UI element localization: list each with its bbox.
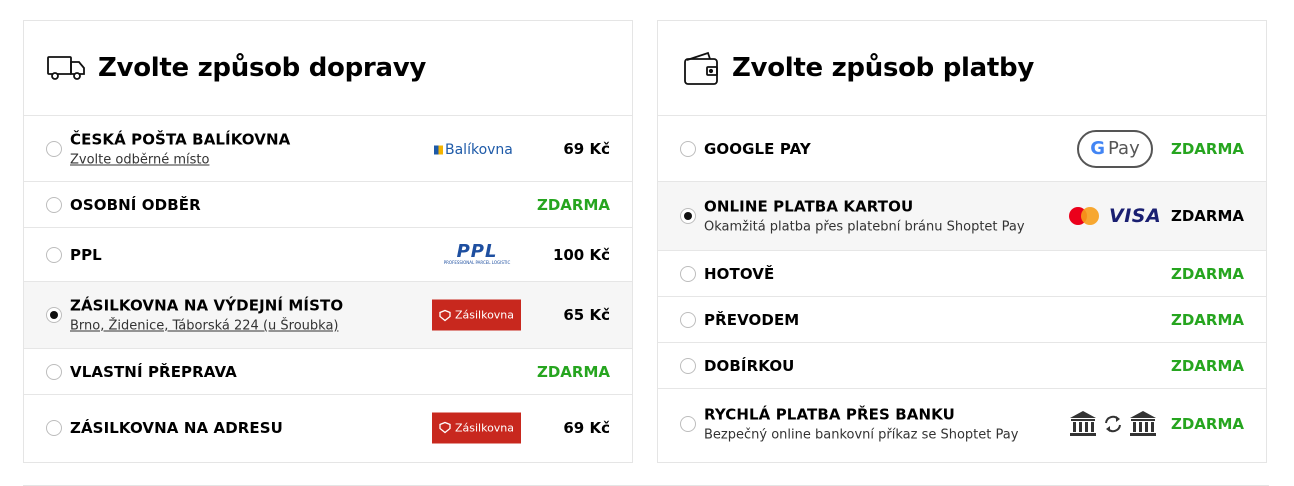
option-label: ONLINE PLATBA KARTOU (704, 197, 914, 216)
option-label: PŘEVODEM (704, 310, 800, 329)
zasilkovna-logo: Zásilkovna (432, 299, 521, 331)
radio-button[interactable] (680, 416, 696, 432)
radio-button[interactable] (46, 363, 62, 380)
payment-option-dobirkou[interactable]: DOBÍRKOU ZDARMA (658, 342, 1266, 388)
card-logos: VISA (1067, 205, 1161, 227)
shipping-title: Zvolte způsob dopravy (98, 53, 426, 83)
sync-icon (1105, 415, 1121, 433)
payment-panel: Zvolte způsob platby GOOGLE PAY G Pay ZDA… (657, 20, 1267, 463)
option-label: RYCHLÁ PLATBA PŘES BANKU (704, 405, 955, 424)
radio-button-selected[interactable] (46, 307, 62, 323)
option-price: ZDARMA (1170, 356, 1244, 375)
bank-icon (1130, 411, 1156, 436)
option-price: ZDARMA (1170, 310, 1244, 329)
option-price: 65 Kč (563, 306, 610, 324)
radio-button-selected[interactable] (680, 208, 696, 224)
option-label: PPL (70, 245, 102, 264)
shipping-option-zasilkovna-vydejni-misto[interactable]: ZÁSILKOVNA NA VÝDEJNÍ MÍSTO Brno, Žideni… (24, 281, 632, 348)
option-price: ZDARMA (536, 362, 610, 381)
radio-button[interactable] (680, 311, 696, 328)
payment-option-google-pay[interactable]: GOOGLE PAY G Pay ZDARMA (658, 115, 1266, 181)
payment-option-online-platba-kartou[interactable]: ONLINE PLATBA KARTOU Okamžitá platba pře… (658, 181, 1266, 250)
radio-button[interactable] (680, 265, 696, 282)
balikovna-logo: Balíkovna (434, 139, 513, 158)
radio-button[interactable] (46, 419, 62, 436)
radio-button[interactable] (46, 246, 62, 263)
bank-icon (1070, 411, 1096, 436)
shipping-option-vlastni-preprava[interactable]: VLASTNÍ PŘEPRAVA ZDARMA (24, 348, 632, 394)
option-label: HOTOVĚ (704, 264, 775, 283)
radio-button[interactable] (680, 357, 696, 374)
option-price: ZDARMA (1170, 264, 1244, 283)
shipping-option-balikovna[interactable]: ČESKÁ POŠTA BALÍKOVNA Zvolte odběrné mís… (24, 115, 632, 181)
payment-option-hotove[interactable]: HOTOVĚ ZDARMA (658, 250, 1266, 296)
option-price: ZDARMA (1170, 139, 1244, 158)
option-price: 69 Kč (563, 418, 610, 437)
pickup-address-link[interactable]: Brno, Židenice, Táborská 224 (u Šroubka) (70, 319, 343, 334)
visa-icon: VISA (1109, 205, 1162, 227)
option-label: DOBÍRKOU (704, 356, 795, 375)
option-price: ZDARMA (536, 195, 610, 214)
radio-button[interactable] (46, 140, 62, 157)
bank-transfer-logo (1068, 409, 1158, 439)
payment-title: Zvolte způsob platby (732, 53, 1035, 83)
option-label: ČESKÁ POŠTA BALÍKOVNA (70, 130, 291, 148)
zasilkovna-logo: Zásilkovna (432, 412, 521, 443)
ppl-logo: PPL PROFESSIONAL PARCEL LOGISTIC (443, 240, 511, 265)
option-price: ZDARMA (1170, 415, 1244, 433)
shipping-panel: Zvolte způsob dopravy ČESKÁ POŠTA BALÍKO… (23, 20, 633, 463)
shipping-option-zasilkovna-na-adresu[interactable]: ZÁSILKOVNA NA ADRESU Zásilkovna 69 Kč (24, 394, 632, 460)
option-price: ZDARMA (1170, 207, 1244, 225)
mastercard-icon (1069, 207, 1099, 225)
radio-button[interactable] (46, 196, 62, 213)
option-label: ZÁSILKOVNA NA ADRESU (70, 418, 283, 437)
option-description: Okamžitá platba přes platební bránu Shop… (704, 219, 1025, 235)
choose-pickup-link[interactable]: Zvolte odběrné místo (70, 152, 290, 167)
shipping-option-osobni-odber[interactable]: OSOBNÍ ODBĚR ZDARMA (24, 181, 632, 227)
wallet-icon (680, 47, 722, 89)
option-label: VLASTNÍ PŘEPRAVA (70, 362, 237, 381)
payment-option-prevodem[interactable]: PŘEVODEM ZDARMA (658, 296, 1266, 342)
payment-option-rychla-platba[interactable]: RYCHLÁ PLATBA PŘES BANKU Bezpečný online… (658, 388, 1266, 459)
shipping-option-ppl[interactable]: PPL PPL PROFESSIONAL PARCEL LOGISTIC 100… (24, 227, 632, 281)
shipping-header: Zvolte způsob dopravy (24, 21, 632, 115)
option-label: GOOGLE PAY (704, 139, 811, 158)
option-price: 100 Kč (552, 245, 610, 264)
radio-button[interactable] (680, 140, 696, 157)
option-label: OSOBNÍ ODBĚR (70, 195, 201, 214)
payment-header: Zvolte způsob platby (658, 21, 1266, 115)
option-description: Bezpečný online bankovní příkaz se Shopt… (704, 427, 1019, 443)
truck-icon (46, 47, 88, 89)
google-pay-logo: G Pay (1077, 129, 1153, 168)
option-price: 69 Kč (563, 139, 610, 158)
option-label: ZÁSILKOVNA NA VÝDEJNÍ MÍSTO (70, 296, 344, 315)
